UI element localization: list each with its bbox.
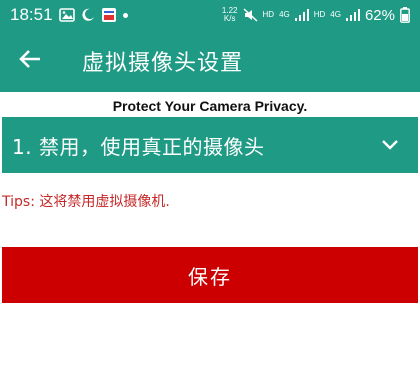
network-speed: 1.22 K/s — [222, 7, 238, 23]
signal-icon-2 — [345, 9, 360, 21]
network-speed-unit: K/s — [223, 14, 236, 23]
status-right: 1.22 K/s HD 4G HD 4G 62% — [222, 7, 410, 24]
camera-mode-selected-value: 1. 禁用，使用真正的摄像头 — [12, 134, 265, 159]
notification-dot-icon — [122, 12, 128, 18]
mute-icon — [242, 8, 258, 22]
arrow-back-icon — [19, 49, 41, 73]
hd-badge-1: HD — [262, 10, 275, 19]
top-bar: 18:51 1.22 K/s HD 4G HD 4G 62% 虚拟摄像头设置 — [0, 0, 420, 92]
camera-mode-select[interactable]: 1. 禁用，使用真正的摄像头 — [2, 117, 418, 173]
status-left: 18:51 — [10, 5, 128, 25]
tips-text: Tips: 这将禁用虚拟摄像机. — [2, 194, 170, 210]
battery-icon — [400, 7, 410, 23]
app-bar: 虚拟摄像头设置 — [0, 30, 420, 92]
status-time: 18:51 — [10, 5, 53, 24]
privacy-notice: Protect Your Camera Privacy. — [112, 98, 308, 114]
hd-badge-2: HD — [313, 10, 326, 19]
network-type-1: 4G — [279, 10, 290, 19]
signal-icon-1 — [294, 9, 309, 21]
chevron-down-icon — [380, 135, 400, 155]
gallery-icon — [58, 8, 75, 22]
network-type-2: 4G — [330, 10, 341, 19]
page-title: 虚拟摄像头设置 — [82, 51, 244, 76]
app-notification-icon — [101, 7, 117, 23]
battery-percent: 62% — [364, 6, 395, 24]
save-button[interactable]: 保存 — [2, 247, 418, 303]
status-bar: 18:51 1.22 K/s HD 4G HD 4G 62% — [0, 0, 420, 30]
moon-icon — [81, 8, 95, 22]
back-button[interactable] — [2, 33, 58, 89]
